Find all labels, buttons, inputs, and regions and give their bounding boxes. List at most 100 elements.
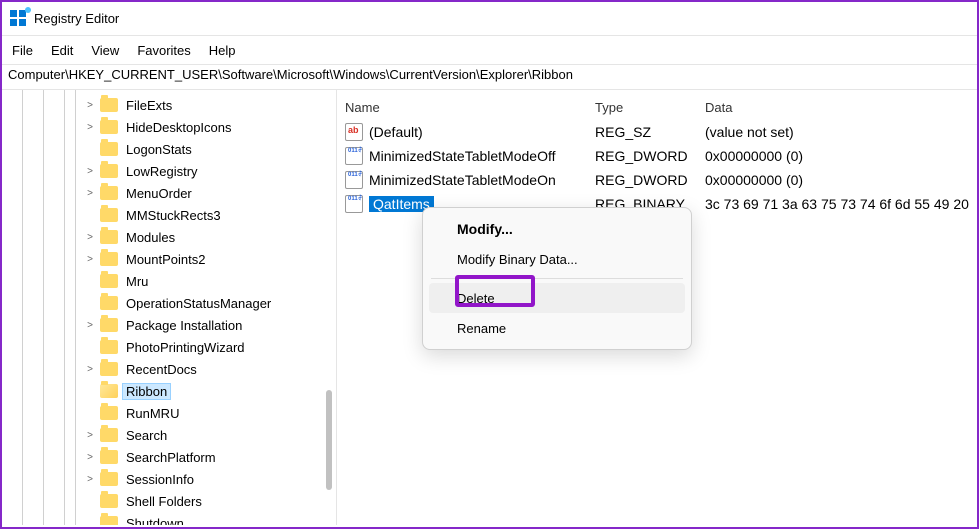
- value-data: 3c 73 69 71 3a 63 75 73 74 6f 6d 55 49 2…: [705, 196, 969, 212]
- menu-edit[interactable]: Edit: [51, 43, 73, 58]
- expander-icon[interactable]: >: [84, 430, 96, 441]
- menu-file[interactable]: File: [12, 43, 33, 58]
- value-type: REG_DWORD: [595, 172, 705, 188]
- folder-icon: [100, 494, 118, 508]
- menu-view[interactable]: View: [91, 43, 119, 58]
- ctx-delete[interactable]: Delete: [429, 283, 685, 313]
- folder-icon: [100, 428, 118, 442]
- folder-icon: [100, 450, 118, 464]
- expander-icon[interactable]: >: [84, 166, 96, 177]
- folder-icon: [100, 384, 118, 398]
- expander-icon[interactable]: >: [84, 320, 96, 331]
- tree-item-mountpoints2[interactable]: > MountPoints2: [84, 248, 336, 270]
- tree-item-photoprintingwizard[interactable]: PhotoPrintingWizard: [84, 336, 336, 358]
- tree-item-label: RecentDocs: [122, 362, 201, 377]
- tree-item-runmru[interactable]: RunMRU: [84, 402, 336, 424]
- menu-help[interactable]: Help: [209, 43, 236, 58]
- value-name: MinimizedStateTabletModeOn: [369, 172, 556, 188]
- tree-item-shutdown[interactable]: Shutdown: [84, 512, 336, 525]
- tree-item-label: Shell Folders: [122, 494, 206, 509]
- value-type-icon: [345, 123, 363, 141]
- value-type: REG_DWORD: [595, 148, 705, 164]
- ctx-modify-binary[interactable]: Modify Binary Data...: [429, 244, 685, 274]
- folder-icon: [100, 274, 118, 288]
- context-menu: Modify... Modify Binary Data... Delete R…: [422, 207, 692, 350]
- value-name: MinimizedStateTabletModeOff: [369, 148, 556, 164]
- tree-item-label: MountPoints2: [122, 252, 210, 267]
- expander-icon[interactable]: >: [84, 474, 96, 485]
- value-row[interactable]: MinimizedStateTabletModeOn REG_DWORD0x000…: [337, 168, 977, 192]
- expander-icon[interactable]: >: [84, 188, 96, 199]
- folder-icon: [100, 296, 118, 310]
- expander-icon[interactable]: >: [84, 452, 96, 463]
- tree-item-operationstatusmanager[interactable]: OperationStatusManager: [84, 292, 336, 314]
- tree-item-label: SearchPlatform: [122, 450, 220, 465]
- tree-item-modules[interactable]: >Modules: [84, 226, 336, 248]
- tree-item-search[interactable]: > Search: [84, 424, 336, 446]
- folder-icon: [100, 164, 118, 178]
- tree-item-ribbon[interactable]: Ribbon: [84, 380, 336, 402]
- value-data: (value not set): [705, 124, 969, 140]
- tree-item-searchplatform[interactable]: > SearchPlatform: [84, 446, 336, 468]
- tree-item-package-installation[interactable]: > Package Installation: [84, 314, 336, 336]
- folder-icon: [100, 318, 118, 332]
- folder-icon: [100, 120, 118, 134]
- titlebar: Registry Editor: [2, 2, 977, 36]
- window-title: Registry Editor: [34, 11, 119, 26]
- value-type-icon: [345, 147, 363, 165]
- folder-icon: [100, 362, 118, 376]
- tree-item-label: LogonStats: [122, 142, 196, 157]
- menubar: File Edit View Favorites Help: [2, 36, 977, 64]
- folder-icon: [100, 252, 118, 266]
- folder-icon: [100, 208, 118, 222]
- value-type-icon: [345, 171, 363, 189]
- value-data: 0x00000000 (0): [705, 172, 969, 188]
- expander-icon[interactable]: >: [84, 100, 96, 111]
- tree-item-fileexts[interactable]: > FileExts: [84, 94, 336, 116]
- tree-panel: > FileExts >HideDesktopIcons LogonStats >Low…: [2, 90, 337, 525]
- tree-item-label: Search: [122, 428, 171, 443]
- tree-item-shell-folders[interactable]: Shell Folders: [84, 490, 336, 512]
- ctx-modify[interactable]: Modify...: [429, 214, 685, 244]
- value-type-icon: [345, 195, 363, 213]
- expander-icon[interactable]: >: [84, 364, 96, 375]
- folder-icon: [100, 472, 118, 486]
- list-header: Name Type Data: [337, 94, 977, 120]
- tree-item-sessioninfo[interactable]: > SessionInfo: [84, 468, 336, 490]
- tree-item-mmstuckrects3[interactable]: MMStuckRects3: [84, 204, 336, 226]
- value-data: 0x00000000 (0): [705, 148, 969, 164]
- expander-icon[interactable]: >: [84, 122, 96, 133]
- col-header-name[interactable]: Name: [345, 100, 595, 115]
- folder-icon: [100, 98, 118, 112]
- tree-item-logonstats[interactable]: LogonStats: [84, 138, 336, 160]
- folder-icon: [100, 142, 118, 156]
- menu-favorites[interactable]: Favorites: [137, 43, 190, 58]
- tree-item-label: Package Installation: [122, 318, 246, 333]
- folder-icon: [100, 516, 118, 525]
- address-bar[interactable]: Computer\HKEY_CURRENT_USER\Software\Micr…: [2, 64, 977, 90]
- value-row[interactable]: MinimizedStateTabletModeOff REG_DWORD0x00…: [337, 144, 977, 168]
- tree-item-label: Ribbon: [122, 383, 171, 400]
- folder-icon: [100, 340, 118, 354]
- folder-icon: [100, 186, 118, 200]
- tree-item-menuorder[interactable]: > MenuOrder: [84, 182, 336, 204]
- ctx-rename[interactable]: Rename: [429, 313, 685, 343]
- folder-icon: [100, 230, 118, 244]
- col-header-data[interactable]: Data: [705, 100, 969, 115]
- col-header-type[interactable]: Type: [595, 100, 705, 115]
- value-name: (Default): [369, 124, 423, 140]
- tree-item-hidedesktopicons[interactable]: >HideDesktopIcons: [84, 116, 336, 138]
- app-icon: [10, 10, 28, 28]
- tree-item-label: OperationStatusManager: [122, 296, 275, 311]
- tree-item-label: FileExts: [122, 98, 176, 113]
- tree-item-label: SessionInfo: [122, 472, 198, 487]
- tree-item-label: MenuOrder: [122, 186, 196, 201]
- tree-item-lowregistry[interactable]: >LowRegistry: [84, 160, 336, 182]
- value-row[interactable]: (Default) REG_SZ(value not set): [337, 120, 977, 144]
- expander-icon[interactable]: >: [84, 254, 96, 265]
- tree-item-recentdocs[interactable]: > RecentDocs: [84, 358, 336, 380]
- tree-item-mru[interactable]: Mru: [84, 270, 336, 292]
- tree-item-label: MMStuckRects3: [122, 208, 225, 223]
- value-type: REG_SZ: [595, 124, 705, 140]
- expander-icon[interactable]: >: [84, 232, 96, 243]
